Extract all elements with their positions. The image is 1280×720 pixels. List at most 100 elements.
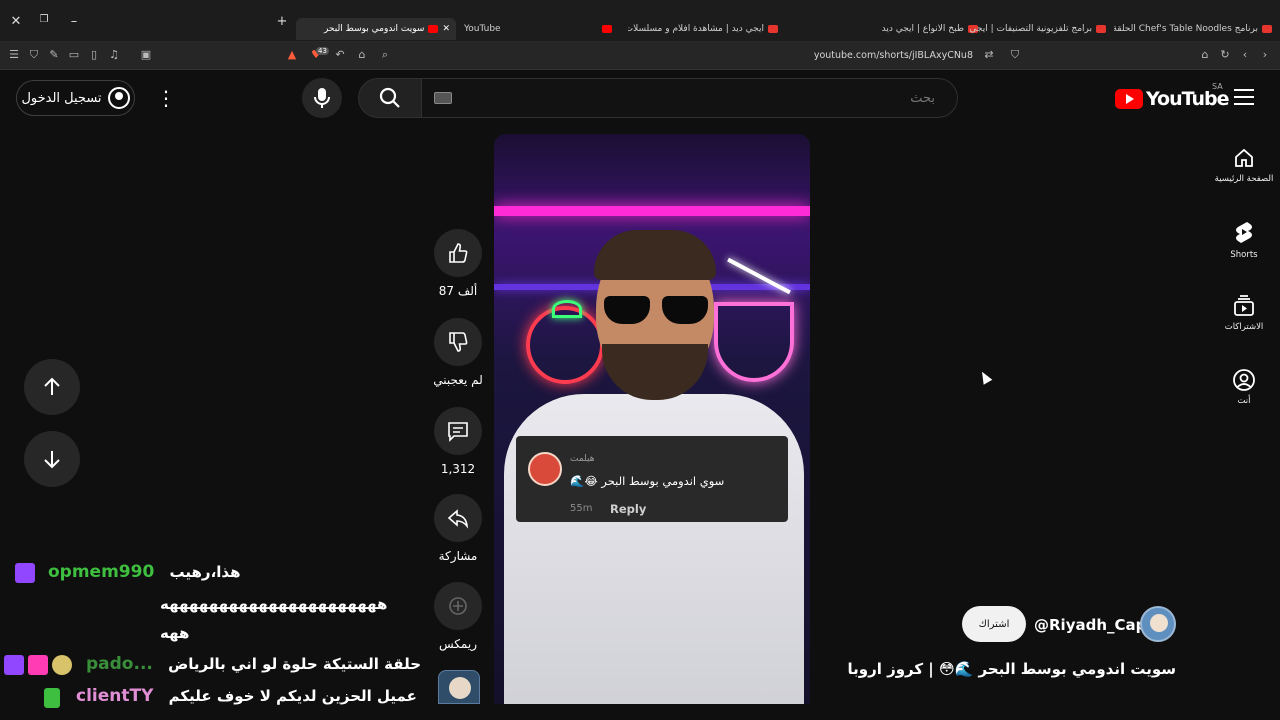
guide-label: الاشتراكات (1224, 322, 1264, 332)
tab-label: برنامج Chef's Table Noodles الحلقة 4 (1114, 24, 1258, 34)
guide-item-home[interactable]: الصفحة الرئيسية (1212, 146, 1276, 184)
remix-icon (449, 597, 467, 615)
chat-message: حلقة الستيكة حلوة لو اني بالرياض (168, 655, 421, 673)
keyboard-icon[interactable] (434, 92, 452, 104)
sign-in-label: تسجيل الدخول (21, 90, 102, 106)
like-action: 87 ألف (428, 229, 488, 298)
heart-badge-icon (28, 655, 48, 675)
subscribe-button[interactable]: اشتراك (962, 606, 1026, 642)
youtube-favicon-icon (602, 25, 612, 33)
shorts-video-player[interactable] (494, 134, 810, 704)
like-button[interactable] (434, 229, 482, 277)
tab-egydead-2[interactable]: طبخ الانواع | ايجي ديد (850, 18, 984, 40)
site-favicon-icon (1096, 25, 1106, 33)
close-window-icon[interactable]: ✕ (6, 14, 26, 29)
share-button[interactable] (434, 494, 482, 542)
dislike-action: لم يعجبني (428, 318, 488, 387)
dislike-button[interactable] (434, 318, 482, 366)
tab-egydead-1[interactable]: ايجي ديد | مشاهدة افلام و مسلسلات و (628, 18, 784, 40)
arrow-down-icon (44, 451, 60, 469)
chat-line: ههههههههههههههههههههههه (160, 595, 388, 613)
share-icon[interactable]: ↶ (332, 48, 348, 61)
sound-thumbnail[interactable] (438, 670, 480, 704)
menu-icon[interactable]: ☰ (6, 48, 22, 61)
channel-handle[interactable]: @Riyadh_Cap (1034, 616, 1146, 634)
next-video-button[interactable] (24, 431, 80, 487)
reply-button[interactable]: Reply (610, 502, 646, 516)
browser-tab-strip: ✕ ❐ – + ✕ سويت اندومي بوسط البحر YouTube… (0, 0, 1280, 42)
chat-username: pado... (86, 654, 153, 674)
thumbs-up-icon (449, 243, 468, 263)
search-box (421, 78, 958, 118)
search-input[interactable] (422, 79, 957, 117)
address-url[interactable]: youtube.com/shorts/jIBLAxyCNu8 (814, 50, 973, 61)
home-browser-icon[interactable]: ⌂ (1197, 48, 1213, 61)
tabs-icon[interactable]: ▭ (66, 48, 82, 61)
commenter-name: هيلمت (570, 454, 595, 464)
tab-label: سويت اندومي بوسط البحر (323, 24, 425, 34)
sidebar-icon[interactable]: ▯ (86, 48, 102, 61)
presenter-hair (594, 230, 716, 280)
chat-username: clientTY (76, 686, 154, 706)
comment-overlay-card: هيلمت سوي اندومي بوسط البحر 😂🌊 55m Reply (516, 436, 788, 522)
forward-icon[interactable]: › (1257, 48, 1273, 61)
wallet-icon[interactable]: ▣ (138, 48, 154, 61)
guide-label: Shorts (1230, 250, 1258, 260)
more-options-icon[interactable]: ⋮ (156, 86, 176, 110)
reload-icon[interactable]: ↻ (1217, 48, 1233, 61)
guide-item-subscriptions[interactable]: الاشتراكات (1212, 294, 1276, 332)
youtube-header: تسجيل الدخول ⋮ YouTube SA (0, 70, 1280, 128)
guide-item-shorts[interactable]: Shorts (1212, 220, 1276, 260)
site-favicon-icon (768, 25, 778, 33)
restore-window-icon[interactable]: ❐ (34, 14, 54, 25)
extension-icon[interactable]: ✎ (46, 48, 62, 61)
tab-egydead-3[interactable]: برامج تلفزيونية التصنيفات | ايجي ديد (966, 18, 1112, 40)
sign-in-button[interactable]: تسجيل الدخول (16, 80, 135, 116)
logo-text: YouTube (1146, 88, 1229, 110)
screenshot-icon[interactable]: ⌂ (354, 48, 370, 61)
search-button[interactable] (358, 78, 422, 118)
microphone-icon (314, 88, 330, 108)
like-count: 87 ألف (438, 284, 478, 298)
chat-message: عميل الحزين لديكم لا خوف عليكم (168, 687, 417, 705)
bookmark-icon[interactable]: ⛉ (1007, 48, 1023, 62)
comments-button[interactable] (434, 407, 482, 455)
share-arrow-icon (447, 509, 469, 529)
account-icon (107, 87, 130, 109)
neon-light-bar (494, 206, 810, 216)
dislike-label: لم يعجبني (433, 373, 483, 387)
site-settings-icon[interactable]: ⇄ (981, 48, 997, 61)
tab-egydead-4[interactable]: برنامج Chef's Table Noodles الحلقة 4 (1114, 18, 1278, 40)
back-icon[interactable]: ‹ (1237, 48, 1253, 61)
tab-active[interactable]: ✕ سويت اندومي بوسط البحر (296, 18, 456, 40)
close-tab-icon[interactable]: ✕ (442, 24, 450, 34)
tab-label: طبخ الانواع | ايجي ديد (881, 24, 964, 34)
country-code: SA (1212, 82, 1223, 91)
comment-count: 1,312 (440, 462, 476, 476)
comment-time: 55m (570, 503, 593, 514)
remix-action: ريمكس (428, 582, 488, 651)
thumbs-down-icon (449, 332, 468, 352)
shield-icon[interactable]: ⛉ (26, 48, 42, 62)
remix-button[interactable] (434, 582, 482, 630)
zoom-icon[interactable]: ⌕ (377, 48, 393, 62)
youtube-logo[interactable]: YouTube SA (1115, 82, 1229, 110)
chat-line: opmem990 هذا،رهيب (48, 562, 240, 582)
tab-youtube[interactable]: YouTube (458, 18, 618, 40)
voice-search-button[interactable] (302, 78, 342, 118)
guide-item-you[interactable]: أنت (1212, 368, 1276, 406)
commenter-avatar (528, 452, 562, 486)
sunglasses (604, 296, 708, 326)
youtube-play-icon (1115, 89, 1143, 109)
comment-icon (448, 422, 468, 442)
channel-avatar[interactable] (1140, 606, 1176, 642)
minimize-window-icon[interactable]: – (64, 14, 84, 29)
guide-menu-icon[interactable] (1234, 89, 1254, 110)
previous-video-button[interactable] (24, 359, 80, 415)
chat-line: pado... حلقة الستيكة حلوة لو اني بالرياض (86, 654, 421, 674)
music-icon[interactable]: ♫ (106, 48, 122, 61)
tab-label: ايجي ديد | مشاهدة افلام و مسلسلات و (628, 24, 764, 34)
chat-line: ههه (160, 624, 190, 642)
new-tab-icon[interactable]: + (272, 14, 292, 29)
alert-icon[interactable]: ▲ (284, 48, 300, 61)
